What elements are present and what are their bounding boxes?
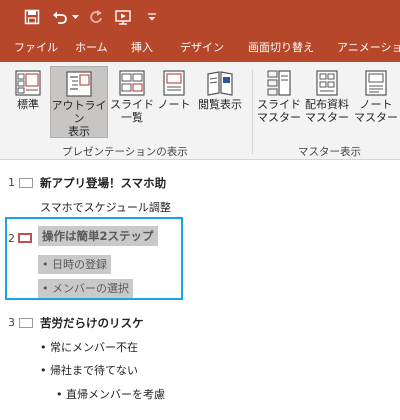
outline-view-button[interactable]: アウトライン 表示 xyxy=(50,66,108,138)
outline-bullet[interactable]: • 常にメンバー不在 xyxy=(40,339,138,355)
save-icon[interactable] xyxy=(22,7,42,27)
presentation-views-group-label: プレゼンテーションの表示 xyxy=(62,146,188,158)
slide-master-icon xyxy=(267,70,291,96)
master-views-group-label: マスター表示 xyxy=(298,146,361,158)
quick-access-toolbar xyxy=(0,0,400,34)
tab-insert[interactable]: 挿入 xyxy=(131,34,153,62)
handout-master-label: 配布資料 マスター xyxy=(305,98,349,124)
handout-master-button[interactable]: 配布資料 マスター xyxy=(302,66,352,138)
notes-page-label: ノート xyxy=(157,98,191,111)
notes-page-button[interactable]: ノート xyxy=(156,66,192,138)
slide-sorter-icon xyxy=(119,70,145,96)
slide-master-label: スライド マスター xyxy=(257,98,301,124)
slide-thumbnail-icon[interactable] xyxy=(19,318,33,328)
notes-master-icon xyxy=(365,70,387,96)
ribbon-view-panel: 標準 アウトライン 表示 スライド 一覧 ノート 閲覧表示 プレゼンテーションの… xyxy=(0,62,400,160)
notes-master-label: ノート マスター xyxy=(354,98,398,124)
redo-icon[interactable] xyxy=(86,7,106,27)
selection-highlight-box xyxy=(5,217,183,300)
reading-view-button[interactable]: 閲覧表示 xyxy=(194,66,246,138)
outline-body-text[interactable]: スマホでスケジュール調整 xyxy=(40,199,171,215)
outline-view-icon xyxy=(66,71,92,97)
tab-animations[interactable]: アニメーション xyxy=(337,34,400,62)
reading-view-icon xyxy=(207,71,233,96)
tab-home[interactable]: ホーム xyxy=(75,34,108,62)
slide-title[interactable]: 苦労だらけのリスケ xyxy=(40,315,144,331)
tab-transitions[interactable]: 画面切り替え xyxy=(248,34,314,62)
undo-icon[interactable] xyxy=(50,7,70,27)
slide-thumbnail-icon[interactable] xyxy=(19,178,33,188)
notes-page-icon xyxy=(163,70,185,96)
slide-sorter-label: スライド 一覧 xyxy=(110,98,154,124)
slide-title[interactable]: 新アプリ登場！スマホ助 xyxy=(40,175,166,191)
slide-master-button[interactable]: スライド マスター xyxy=(256,66,302,138)
slide-sorter-button[interactable]: スライド 一覧 xyxy=(110,66,154,138)
normal-view-button[interactable]: 標準 xyxy=(8,66,48,138)
slide-number: 3 xyxy=(8,316,15,329)
tab-file[interactable]: ファイル xyxy=(14,34,58,62)
start-from-beginning-icon[interactable] xyxy=(113,7,135,27)
customize-toolbar-icon[interactable] xyxy=(146,7,158,27)
outline-bullet[interactable]: • 帰社まで待てない xyxy=(40,362,138,378)
normal-view-label: 標準 xyxy=(17,98,39,111)
ribbon-tab-bar: ファイル ホーム 挿入 デザイン 画面切り替え アニメーション xyxy=(0,34,400,62)
reading-view-label: 閲覧表示 xyxy=(198,98,242,111)
tab-design[interactable]: デザイン xyxy=(180,34,224,62)
undo-dropdown-icon[interactable] xyxy=(71,7,79,27)
normal-view-icon xyxy=(15,70,41,96)
handout-master-icon xyxy=(316,70,338,96)
ribbon-group-divider xyxy=(252,70,253,154)
outline-bullet[interactable]: • 直帰メンバーを考慮 xyxy=(56,386,165,402)
outline-view-label: アウトライン 表示 xyxy=(51,99,107,138)
slide-number: 1 xyxy=(8,176,15,189)
notes-master-button[interactable]: ノート マスター xyxy=(354,66,398,138)
